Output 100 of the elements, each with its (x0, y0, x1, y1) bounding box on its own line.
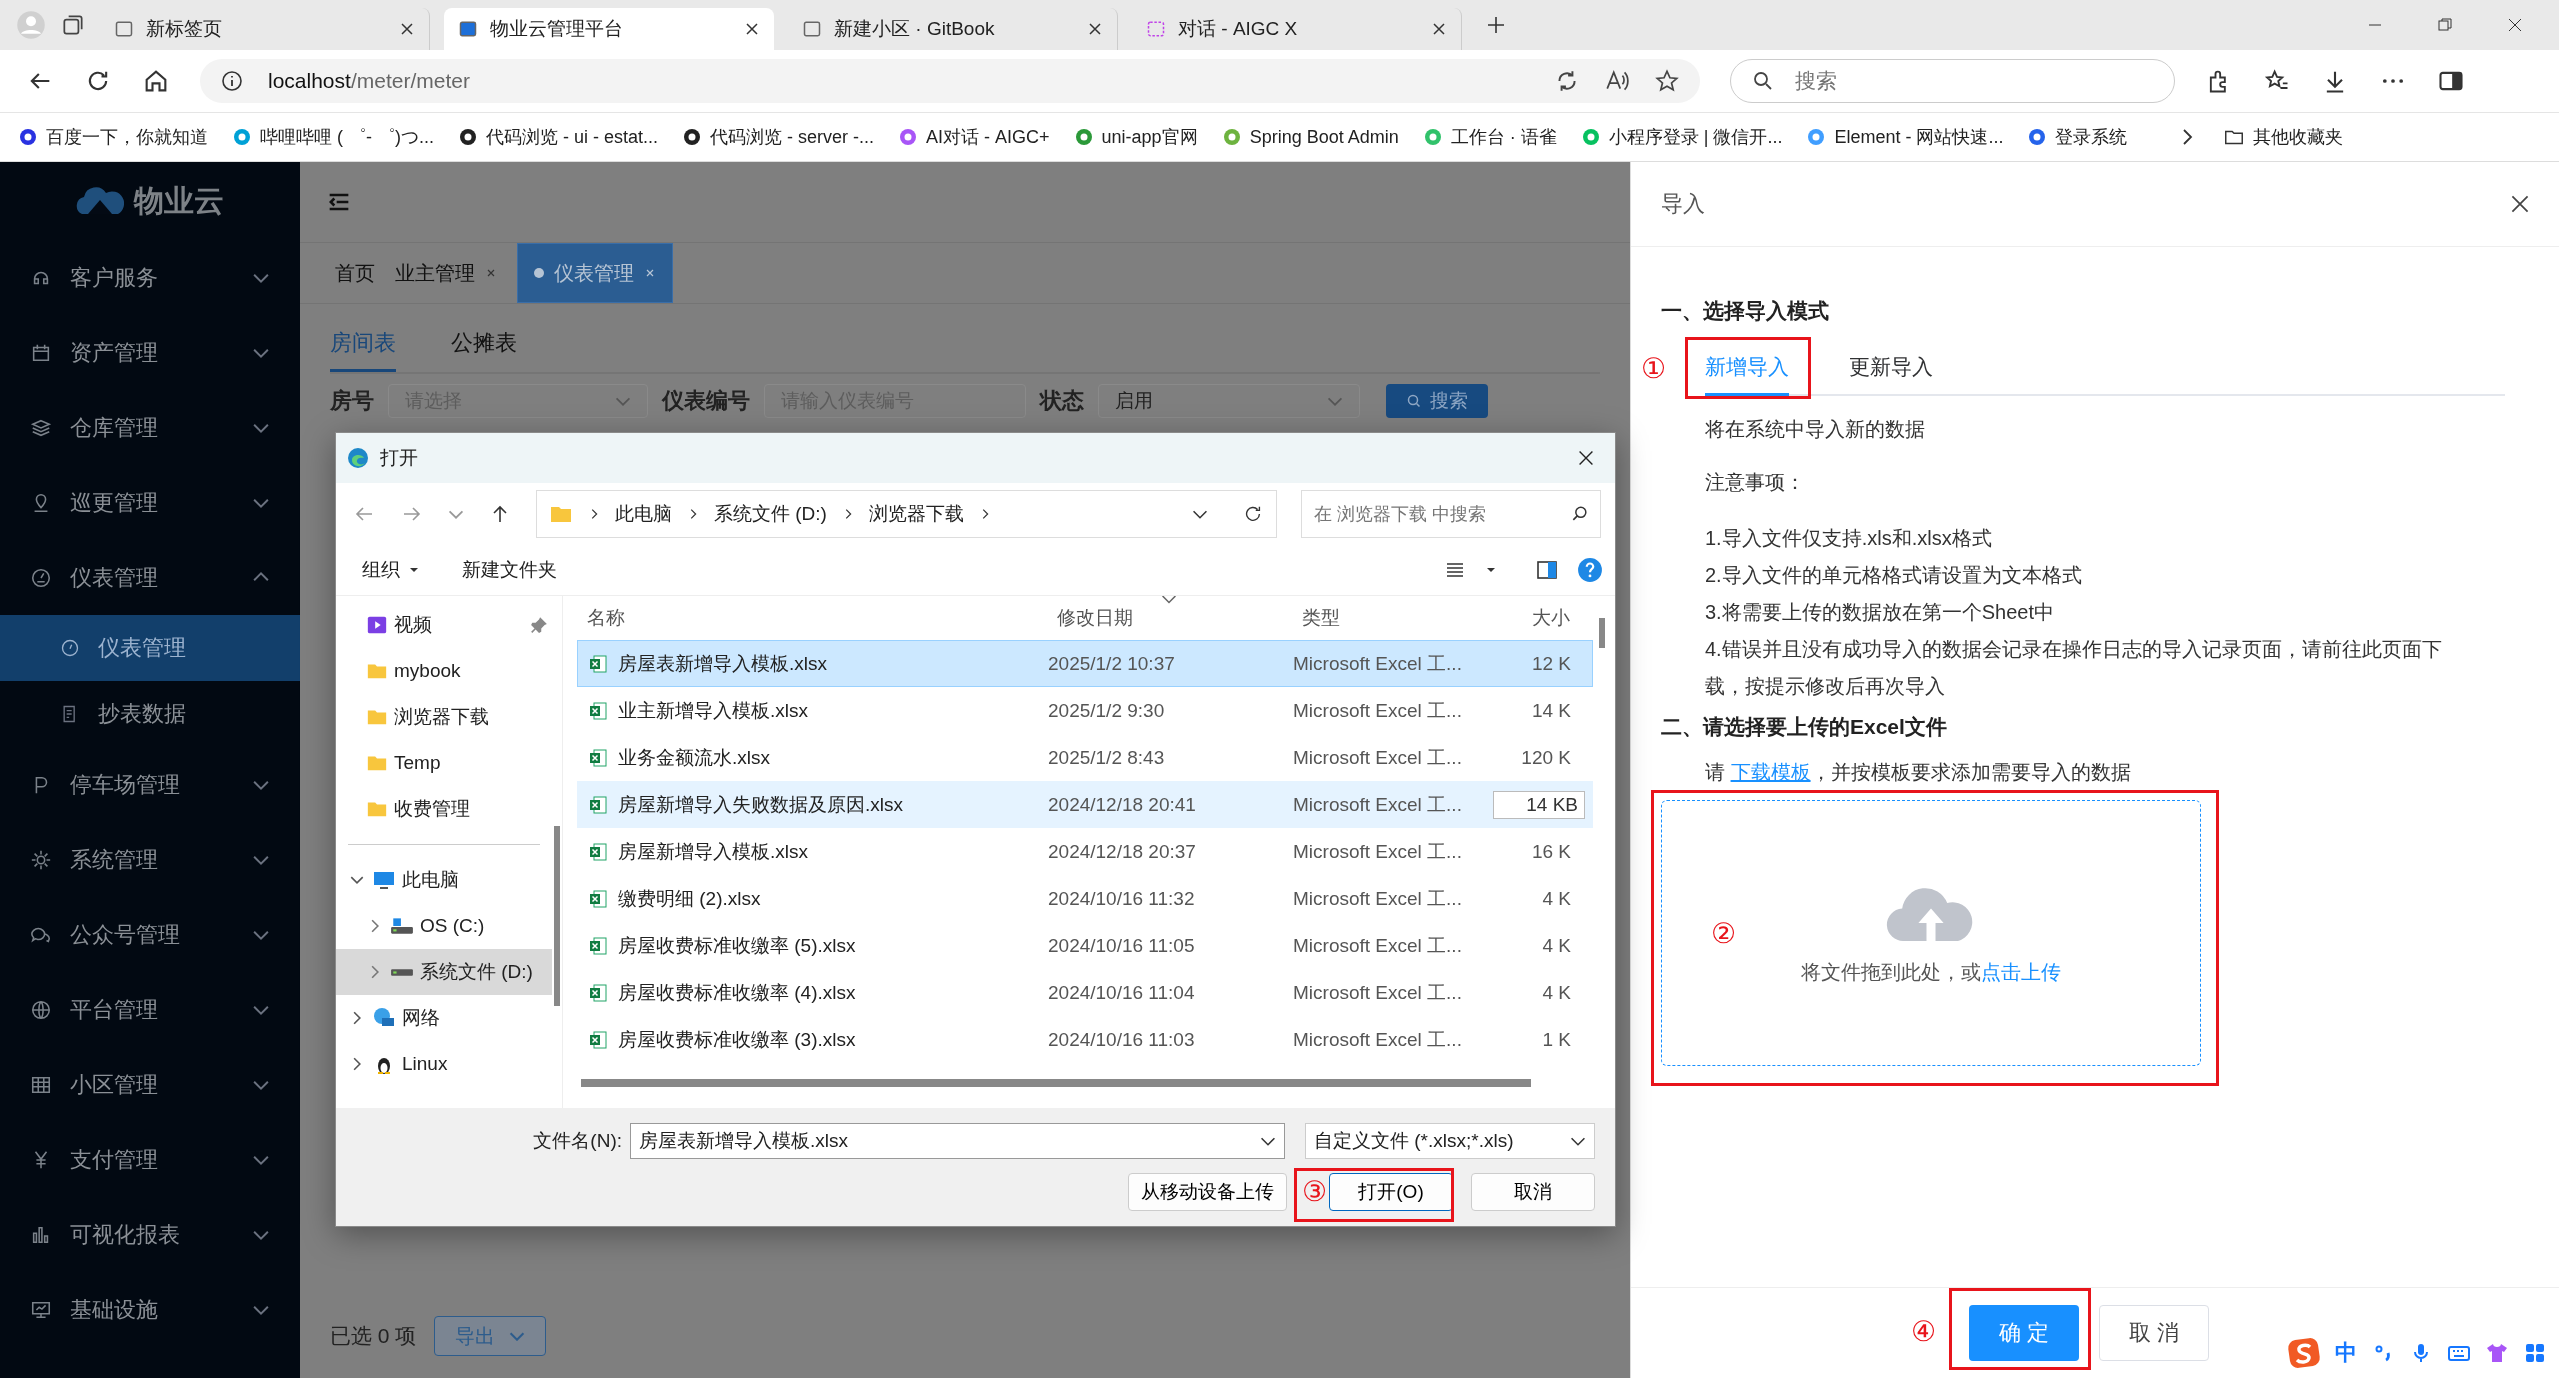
nav-item[interactable]: 视频 (336, 602, 552, 648)
search-input[interactable]: 搜索 (1793, 68, 2097, 94)
column-header[interactable]: 大小 (1492, 605, 1570, 631)
info-icon[interactable] (220, 69, 244, 93)
file-row[interactable]: 业务金额流水.xlsx 2025/1/2 8:43 Microsoft Excel 工... 120 K (577, 734, 1593, 781)
bookmark-folder[interactable]: 其他收藏夹 (2223, 125, 2344, 149)
tree-item[interactable]: Linux (336, 1041, 552, 1087)
menu-item[interactable]: 巡更管理 (0, 465, 300, 540)
bookmark[interactable]: 代码浏览 - server -... (682, 125, 875, 149)
chevron-icon[interactable] (350, 876, 364, 884)
file-row[interactable]: 缴费明细 (2).xlsx 2024/10/16 11:32 Microsoft Excel 工... 4 K (577, 875, 1593, 922)
shirt-icon[interactable] (2485, 1341, 2509, 1365)
path-bar[interactable]: 此电脑 系统文件 (D:) 浏览器下载 (536, 490, 1277, 538)
close-icon[interactable] (744, 21, 760, 37)
tree-item[interactable]: 此电脑 (336, 857, 552, 903)
file-name-field[interactable]: 房屋表新增导入模板.xlsx (630, 1123, 1285, 1159)
browser-tab[interactable]: 新标签页 (100, 8, 430, 50)
nav-item[interactable]: 浏览器下载 (336, 694, 552, 740)
bookmark[interactable]: 登录系统 (2027, 125, 2128, 149)
submenu-item[interactable]: 抄表数据 (0, 681, 300, 747)
table-tab[interactable]: 公摊表 (451, 324, 517, 372)
nav-item[interactable]: mybook (336, 648, 552, 694)
file-row[interactable]: 房屋收费标准收缴率 (4).xlsx 2024/10/16 11:04 Microsoft Excel 工... 4 K (577, 969, 1593, 1016)
upload-button[interactable]: 从移动设备上传 (1128, 1173, 1287, 1211)
dropdown-icon[interactable] (1192, 509, 1208, 519)
column-header[interactable]: 修改日期 (1047, 605, 1292, 631)
nav-item[interactable]: Temp (336, 740, 552, 786)
menu-item[interactable]: 支付管理 (0, 1122, 300, 1197)
bookmark[interactable]: 哔哩哔哩 ( ゜- ゜)つ... (232, 125, 434, 149)
pin-icon[interactable] (530, 616, 548, 634)
chevron-icon[interactable] (353, 1057, 361, 1071)
chevron-icon[interactable] (353, 1011, 361, 1025)
page-tag[interactable]: 首页 (335, 243, 375, 303)
menu-item[interactable]: 系统管理 (0, 822, 300, 897)
tree-item[interactable]: 系统文件 (D:) (336, 949, 552, 995)
file-row[interactable]: 业主新增导入模板.xlsx 2025/1/2 9:30 Microsoft Excel 工... 14 K (577, 687, 1593, 734)
menu-item[interactable]: 基础设施 (0, 1272, 300, 1347)
bookmark[interactable]: 工作台 · 语雀 (1422, 125, 1557, 149)
file-row[interactable]: 房屋表新增导入模板.xlsx 2025/1/2 10:37 Microsoft Excel 工... 12 K (577, 640, 1593, 687)
scrollbar-thumb[interactable] (1599, 618, 1605, 648)
file-row[interactable]: 房屋新增导入失败数据及原因.xlsx 2024/12/18 20:41 Microsoft Excel 工... 14 KB (577, 781, 1593, 828)
menu-item[interactable]: 停车场管理 (0, 747, 300, 822)
path-segment[interactable]: 系统文件 (D:) (714, 501, 827, 527)
grid-icon[interactable] (2523, 1341, 2547, 1365)
preview-pane-icon[interactable] (1535, 558, 1559, 582)
chevron-icon (252, 347, 270, 358)
bookmark[interactable]: Element - 网站快速... (1806, 125, 2004, 149)
chevron-icon (252, 497, 270, 508)
ime-logo-icon[interactable] (2287, 1336, 2321, 1370)
excel-file-icon (588, 982, 608, 1003)
bookmark[interactable]: uni-app官网 (1073, 125, 1198, 149)
tree-item[interactable]: OS (C:) (336, 903, 552, 949)
tree-item[interactable]: 网络 (336, 995, 552, 1041)
path-segment[interactable]: 浏览器下载 (868, 501, 964, 527)
help-icon[interactable] (1577, 557, 1603, 583)
menu-item[interactable]: 仪表管理 (0, 540, 300, 615)
file-row[interactable]: 房屋收费标准收缴率 (5).xlsx 2024/10/16 11:05 Microsoft Excel 工... 4 K (577, 922, 1593, 969)
filter-field[interactable]: 启用 (1098, 384, 1360, 418)
ime-mode[interactable]: 中 (2335, 1338, 2357, 1368)
bookmark[interactable]: Spring Boot Admin (1221, 126, 1399, 148)
file-row[interactable]: 房屋收费标准收缴率 (3).xlsx 2024/10/16 11:03 Microsoft Excel 工... 1 K (577, 1016, 1593, 1063)
column-header[interactable]: 类型 (1292, 605, 1492, 631)
cancel-button[interactable]: 取消 (1471, 1173, 1595, 1211)
page-tag[interactable]: 仪表管理 (517, 243, 673, 303)
browser-tab[interactable]: 物业云管理平台 (444, 8, 774, 50)
menu-item[interactable]: 资产管理 (0, 315, 300, 390)
scrollbar-thumb[interactable] (554, 826, 560, 1006)
cancel-button[interactable]: 取 消 (2099, 1305, 2209, 1361)
menu-item[interactable]: 可视化报表 (0, 1197, 300, 1272)
search-button[interactable]: 搜索 (1386, 384, 1488, 418)
submenu-item[interactable]: 仪表管理 (0, 615, 300, 681)
close-icon[interactable] (1431, 21, 1447, 37)
browser-tab[interactable]: 新建小区 · GitBook (788, 8, 1118, 50)
mode-tab[interactable]: 更新导入 (1849, 347, 1933, 394)
bookmark[interactable]: 百度一下，你就知道 (18, 125, 208, 149)
close-icon[interactable] (399, 21, 415, 37)
bookmark[interactable]: AI对话 - AIGC+ (898, 125, 1050, 149)
menu-item[interactable]: 平台管理 (0, 972, 300, 1047)
organize-button[interactable]: 组织 (350, 551, 432, 589)
path-segment[interactable]: 此电脑 (615, 501, 672, 527)
search-field[interactable]: 在 浏览器下载 中搜索 (1301, 490, 1601, 538)
file-row[interactable]: 房屋新增导入模板.xlsx 2024/12/18 20:37 Microsoft Excel 工... 16 K (577, 828, 1593, 875)
column-header[interactable]: 名称 (577, 605, 1047, 631)
new-folder-button[interactable]: 新建文件夹 (450, 551, 569, 589)
menu-item[interactable]: 仓库管理 (0, 390, 300, 465)
page-tag[interactable]: 业主管理 (395, 243, 497, 303)
close-icon[interactable] (1087, 21, 1103, 37)
scrollbar-thumb[interactable] (581, 1079, 1531, 1087)
open-button[interactable]: 打开(O) (1329, 1173, 1453, 1211)
menu-item[interactable]: 小区管理 (0, 1047, 300, 1122)
nav-item[interactable]: 收费管理 (336, 786, 552, 832)
bookmark[interactable]: 小程序登录 | 微信开... (1580, 125, 1783, 149)
file-type-select[interactable]: 自定义文件 (*.xlsx;*.xls) (1305, 1123, 1595, 1159)
menu-item[interactable]: 公众号管理 (0, 897, 300, 972)
star-icon[interactable] (1654, 68, 1680, 94)
workspaces-icon[interactable] (60, 12, 86, 38)
menu-item[interactable]: 客户服务 (0, 240, 300, 315)
address-bar[interactable]: localhost/meter/meter (200, 59, 1700, 103)
browser-tab[interactable]: 对话 - AIGC X (1132, 8, 1462, 50)
bookmark[interactable]: 代码浏览 - ui - estat... (458, 125, 659, 149)
